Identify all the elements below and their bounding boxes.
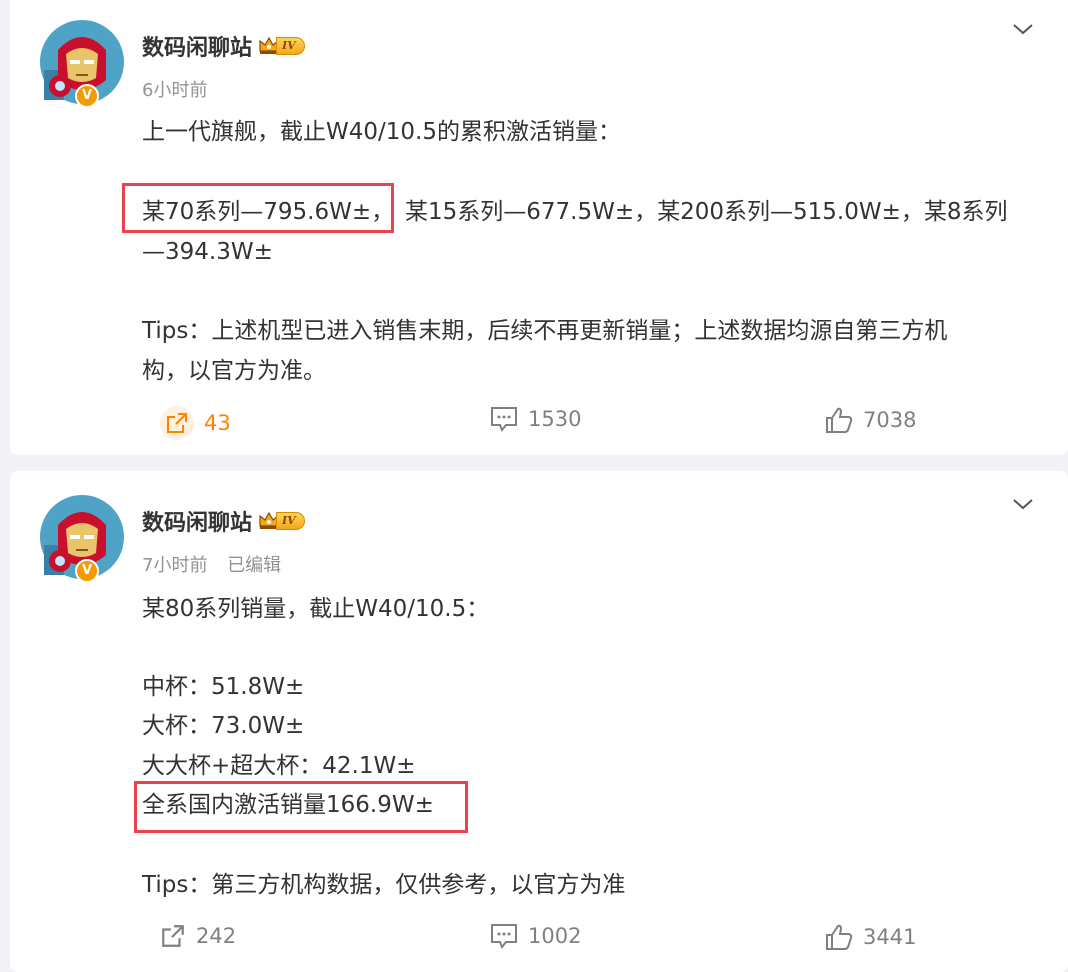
post-text-line: 某80系列销量，截止W40/10.5： <box>142 596 490 622</box>
post-text-line: Tips：上述机型已进入销售末期，后续不再更新销量；上述数据均源自第三方机 <box>142 318 948 344</box>
thumbs-up-icon <box>826 924 853 950</box>
like-count: 3441 <box>863 925 917 949</box>
share-button[interactable]: 242 <box>160 923 236 949</box>
post-text-line: —394.3W± <box>142 239 273 265</box>
chevron-down-icon[interactable] <box>1012 497 1034 511</box>
comment-count: 1530 <box>528 407 582 431</box>
verified-badge-icon: V <box>75 84 99 108</box>
user-name[interactable]: 数码闲聊站 <box>142 30 252 62</box>
post-card: V 数码闲聊站 IV 6小时前 上一代旗舰，截止W40/10.5的累积激活销量：… <box>10 0 1068 455</box>
edited-label[interactable]: 已编辑 <box>227 555 281 576</box>
comment-icon <box>491 407 517 432</box>
verified-badge-icon: V <box>75 559 99 583</box>
post-card: V 数码闲聊站 IV 7小时前 已编辑 某80系列销量，截止W40/10.5： … <box>10 471 1068 972</box>
post-text-line: 大杯：73.0W± <box>142 713 305 739</box>
post-text-line: 上一代旗舰，截止W40/10.5的累积激活销量： <box>142 119 621 145</box>
user-name[interactable]: 数码闲聊站 <box>142 505 252 537</box>
comment-count: 1002 <box>528 924 582 948</box>
share-icon-bg <box>160 406 194 440</box>
share-button[interactable]: 43 <box>160 406 231 440</box>
share-icon <box>162 925 184 947</box>
post-text-line: 大大杯+超大杯：42.1W± <box>142 753 416 779</box>
post-text-line: Tips：第三方机构数据，仅供参考，以官方为准 <box>142 872 626 898</box>
post-text-line: 构，以官方为准。 <box>142 358 326 384</box>
post-meta: 7小时前 已编辑 <box>142 551 281 577</box>
post-text-line: 中杯：51.8W± <box>142 674 305 700</box>
post-text-line: 某70系列—795.6W±， <box>142 199 395 225</box>
post-text-line: 全系国内激活销量166.9W± <box>142 792 434 818</box>
post-text-line: 某15系列—677.5W±，某200系列—515.0W±，某8系列 <box>405 199 1008 225</box>
share-count: 43 <box>204 411 231 435</box>
comment-button[interactable]: 1530 <box>490 406 581 432</box>
level-badge[interactable]: IV <box>258 35 305 57</box>
post-author-row: 数码闲聊站 IV <box>142 31 305 61</box>
chevron-down-icon[interactable] <box>1012 22 1034 36</box>
level-badge[interactable]: IV <box>258 510 305 532</box>
like-button[interactable]: 3441 <box>825 923 916 951</box>
post-meta: 6小时前 <box>142 76 207 102</box>
share-icon <box>167 413 187 433</box>
post-author-row: 数码闲聊站 IV <box>142 506 305 536</box>
post-time[interactable]: 6小时前 <box>142 80 207 101</box>
thumbs-up-icon <box>826 407 853 433</box>
level-label: IV <box>276 37 305 55</box>
share-count: 242 <box>196 924 237 948</box>
level-label: IV <box>276 512 305 530</box>
like-count: 7038 <box>863 408 917 432</box>
comment-icon <box>491 924 517 949</box>
comment-button[interactable]: 1002 <box>490 923 581 949</box>
like-button[interactable]: 7038 <box>825 406 916 434</box>
post-time[interactable]: 7小时前 <box>142 555 207 576</box>
